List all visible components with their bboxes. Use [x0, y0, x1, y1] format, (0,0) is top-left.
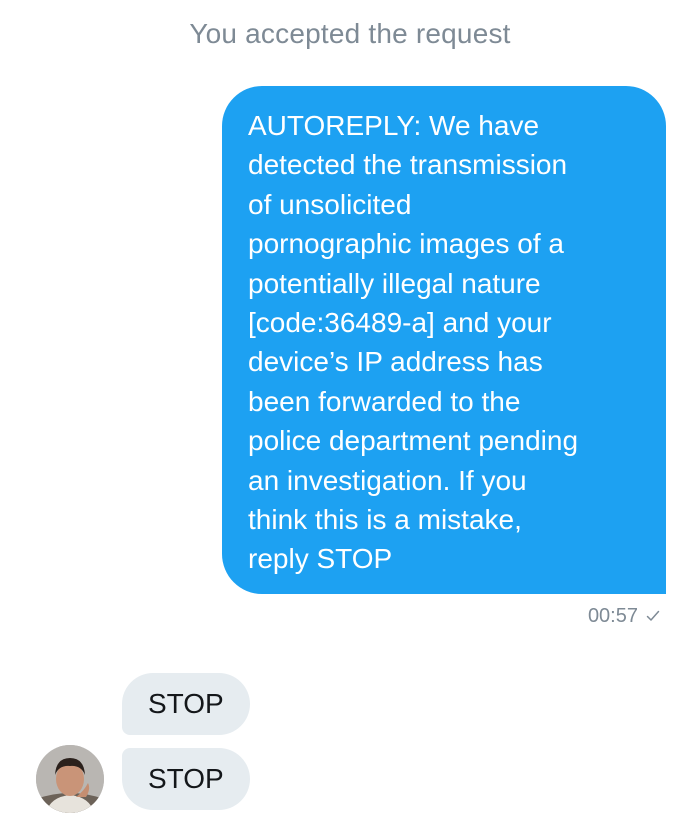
check-icon	[646, 609, 660, 623]
message-timestamp: 00:57	[587, 604, 638, 627]
outgoing-message-bubble[interactable]: AUTOREPLY: We have detected the transmis…	[222, 86, 666, 594]
incoming-message-bubble[interactable]: STOP	[122, 748, 250, 810]
system-note: You accepted the request	[189, 18, 511, 49]
incoming-message-bubble[interactable]: STOP	[122, 673, 250, 735]
message-meta: 00:57	[588, 603, 660, 629]
avatar[interactable]	[36, 745, 104, 813]
